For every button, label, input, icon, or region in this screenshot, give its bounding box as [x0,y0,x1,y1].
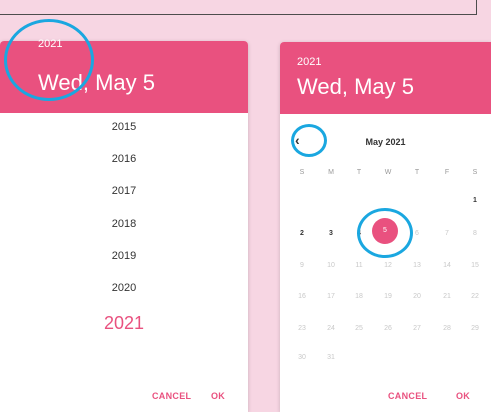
calendar-day[interactable]: 1 [464,197,486,204]
calendar-day: 26 [384,325,392,332]
calendar-day: 16 [298,293,306,300]
calendar-day: 13 [413,262,421,269]
year-option[interactable]: 2016 [0,153,248,165]
header-date[interactable]: Wed, May 5 [297,74,414,100]
calendar-day: 11 [355,262,363,269]
highlight-ring [4,19,94,101]
calendar-day: 31 [327,354,335,361]
year-option[interactable]: 2015 [0,121,248,133]
dialog-header: 2021 Wed, May 5 [280,42,491,114]
year-option[interactable]: 2017 [0,185,248,197]
calendar-day: 15 [471,262,479,269]
weekday-label: F [444,169,450,176]
weekday-label: S [299,169,305,176]
weekday-label: M [328,169,334,176]
calendar-day: 7 [445,230,449,237]
calendar-day: 14 [443,262,451,269]
highlight-ring [291,124,327,157]
calendar-day: 19 [384,293,392,300]
calendar-day: 8 [473,230,477,237]
weekday-label: T [356,169,362,176]
year-option[interactable]: 2018 [0,218,248,230]
calendar-day: 12 [384,262,392,269]
background-frame [0,0,477,15]
year-option[interactable]: 2019 [0,250,248,262]
calendar-day: 28 [443,325,451,332]
calendar-day: 23 [298,325,306,332]
calendar-day: 18 [355,293,363,300]
calendar-day: 25 [355,325,363,332]
calendar-day: 20 [413,293,421,300]
ok-button[interactable]: OK [456,391,470,401]
calendar-day: 30 [298,354,306,361]
weekday-label: W [384,169,392,176]
calendar-day: 22 [471,293,479,300]
calendar-day: 27 [413,325,421,332]
calendar-day: 17 [327,293,335,300]
calendar-day: 24 [327,325,335,332]
cancel-button[interactable]: CANCEL [388,391,427,401]
calendar-day: 10 [327,262,335,269]
ok-button[interactable]: OK [211,391,225,401]
calendar-day: 29 [471,325,479,332]
calendar-day: 21 [443,293,451,300]
selected-year[interactable]: 2021 [0,313,248,334]
header-year[interactable]: 2021 [297,56,321,68]
cancel-button[interactable]: CANCEL [152,391,191,401]
year-option[interactable]: 2020 [0,282,248,294]
calendar-day: 9 [300,262,304,269]
calendar-day[interactable]: 3 [320,230,342,237]
weekday-label: S [472,169,478,176]
highlight-ring [357,208,413,258]
weekday-label: T [414,169,420,176]
calendar-day[interactable]: 2 [291,230,313,237]
